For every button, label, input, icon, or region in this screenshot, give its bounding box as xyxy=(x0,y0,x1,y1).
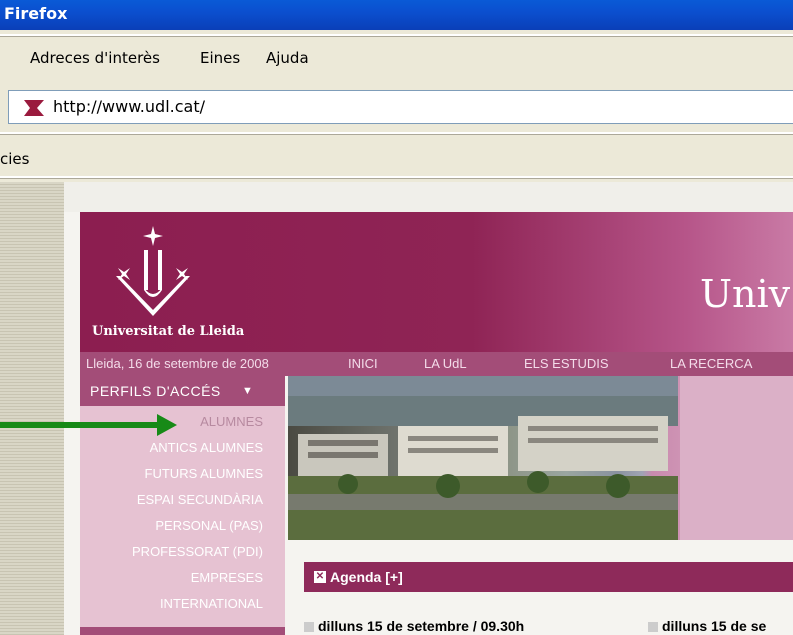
address-row: http://www.udl.cat/ xyxy=(0,86,793,128)
sidebar-item-empreses[interactable]: EMPRESES xyxy=(191,570,263,585)
menu-item-bookmarks[interactable]: Adreces d'interès xyxy=(30,49,160,67)
menu-item-tools[interactable]: Eines xyxy=(200,49,240,67)
campus-photo-illustration xyxy=(288,376,793,540)
logo-text: Universitat de Lleida xyxy=(92,324,245,339)
sidebar-item-international[interactable]: INTERNATIONAL xyxy=(160,596,263,611)
window-title: Firefox xyxy=(4,4,68,23)
address-bar[interactable]: http://www.udl.cat/ xyxy=(8,90,793,124)
annotation-arrow-shaft xyxy=(0,422,160,428)
site-title: Univ xyxy=(700,272,791,316)
bookmarks-toolbar: cies xyxy=(0,140,793,174)
sidebar-header[interactable]: PERFILS D'ACCÉS ▼ xyxy=(80,376,285,406)
bullet-icon xyxy=(648,622,658,633)
page-left-margin xyxy=(0,182,64,635)
annotation-arrow-head-icon xyxy=(157,414,177,436)
agenda-header[interactable]: ✕ Agenda [+] xyxy=(304,562,793,592)
bullet-icon xyxy=(304,622,314,633)
divider xyxy=(0,176,793,179)
sidebar-item-professorat-pdi[interactable]: PROFESSORAT (PDI) xyxy=(132,544,263,559)
agenda-title: Agenda [+] xyxy=(330,569,403,585)
site-header: Universitat de Lleida Univ xyxy=(80,212,793,352)
sidebar-item-alumnes[interactable]: ALUMNES xyxy=(200,414,263,429)
divider xyxy=(0,34,793,37)
web-page: Universitat de Lleida Univ Lleida, 16 de… xyxy=(64,182,793,635)
chevron-down-icon: ▼ xyxy=(242,385,254,397)
agenda-item[interactable]: dilluns 15 de se xyxy=(648,618,766,634)
close-icon: ✕ xyxy=(314,571,326,583)
site-nav-bar: Lleida, 16 de setembre de 2008 INICI LA … xyxy=(80,352,793,376)
page-top-band xyxy=(64,182,793,212)
sidebar-item-futurs-alumnes[interactable]: FUTURS ALUMNES xyxy=(145,466,263,481)
sidebar-footer-bar xyxy=(80,627,285,635)
nav-link-studies[interactable]: ELS ESTUDIS xyxy=(524,356,609,371)
site-favicon-icon xyxy=(24,100,44,116)
access-profiles-sidebar: PERFILS D'ACCÉS ▼ ALUMNES ANTICS ALUMNES… xyxy=(80,376,285,635)
nav-link-research[interactable]: LA RECERCA xyxy=(670,356,752,371)
sidebar-item-espai-secundaria[interactable]: ESPAI SECUNDÀRIA xyxy=(137,492,263,507)
window-titlebar: Firefox xyxy=(0,0,793,30)
menu-bar: Adreces d'interès Eines Ajuda xyxy=(0,38,793,82)
sidebar-title: PERFILS D'ACCÉS xyxy=(90,383,221,399)
nav-link-udl[interactable]: LA UdL xyxy=(424,356,467,371)
bookmark-item[interactable]: cies xyxy=(0,150,29,168)
menu-item-help[interactable]: Ajuda xyxy=(266,49,309,67)
divider xyxy=(0,132,793,135)
nav-link-home[interactable]: INICI xyxy=(348,356,378,371)
sidebar-item-personal-pas[interactable]: PERSONAL (PAS) xyxy=(155,518,263,533)
sidebar-item-antics-alumnes[interactable]: ANTICS ALUMNES xyxy=(150,440,263,455)
campus-photo xyxy=(288,376,793,540)
agenda-item[interactable]: dilluns 15 de setembre / 09.30h xyxy=(304,618,524,634)
agenda-item-label: dilluns 15 de se xyxy=(662,618,767,634)
address-url: http://www.udl.cat/ xyxy=(53,97,205,116)
current-date: Lleida, 16 de setembre de 2008 xyxy=(86,356,269,371)
udl-logo-icon[interactable] xyxy=(108,224,198,319)
agenda-item-label: dilluns 15 de setembre / 09.30h xyxy=(318,618,525,634)
